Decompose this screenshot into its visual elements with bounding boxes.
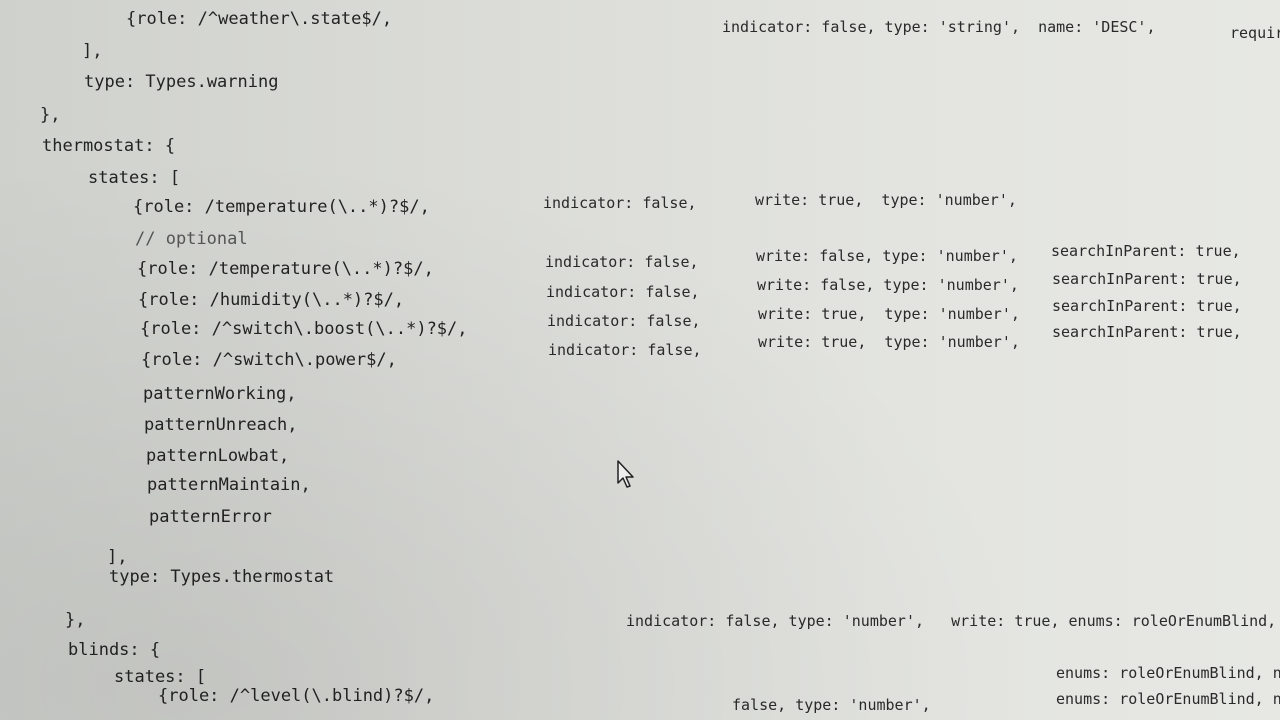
code-line: patternWorking, — [143, 384, 297, 404]
code-line: ], — [82, 41, 103, 61]
code-line: patternError — [149, 507, 272, 527]
code-line: {role: /^switch\.boost(\..*)?$/, — [140, 319, 468, 339]
code-line: patternUnreach, — [144, 415, 298, 435]
code-fragment: requir — [1230, 24, 1280, 42]
code-fragment: write: true, type: 'number', — [758, 305, 1020, 323]
code-fragment: indicator: false, — [548, 341, 702, 359]
code-line: {role: /^switch\.power$/, — [141, 350, 397, 370]
code-fragment: enums: roleOrEnumBlind, name — [1056, 664, 1280, 682]
code-fragment: searchInParent: true, — [1052, 270, 1242, 288]
code-line: blinds: { — [68, 640, 161, 660]
code-fragment: searchInParent: true, — [1051, 242, 1241, 260]
code-fragment: indicator: false, — [543, 194, 697, 212]
code-line: patternMaintain, — [147, 475, 311, 495]
code-fragment: indicator: false, type: 'number', write:… — [626, 612, 1280, 630]
code-fragment: enums: roleOrEnumBlind, name — [1056, 690, 1280, 708]
code-editor-screen: {role: /^weather\.state$/, ], type: Type… — [0, 0, 1280, 720]
code-line: {role: /temperature(\..*)?$/, — [137, 259, 434, 279]
code-line: states: [ — [114, 667, 207, 687]
code-fragment: write: true, type: 'number', — [758, 333, 1020, 351]
code-fragment: indicator: false, type: 'string', name: … — [722, 18, 1156, 36]
code-fragment: indicator: false, — [546, 283, 700, 301]
code-fragment: indicator: false, — [545, 253, 699, 271]
code-line: }, — [65, 610, 86, 630]
code-fragment: write: true, type: 'number', — [755, 191, 1017, 209]
code-fragment: write: false, type: 'number', — [756, 247, 1018, 265]
mouse-pointer-icon — [617, 460, 634, 488]
code-line: {role: /humidity(\..*)?$/, — [138, 290, 405, 310]
code-fragment: searchInParent: true, — [1052, 297, 1242, 315]
code-fragment: write: false, type: 'number', — [757, 276, 1019, 294]
code-line: thermostat: { — [42, 136, 176, 156]
code-comment: // optional — [135, 229, 248, 249]
code-line: {role: /^level(\.blind)?$/, — [158, 686, 435, 706]
code-line: type: Types.thermostat — [109, 567, 335, 587]
code-line: states: [ — [88, 168, 181, 188]
code-fragment: false, type: 'number', — [732, 696, 931, 714]
code-fragment: indicator: false, — [547, 312, 701, 330]
code-line: {role: /^weather\.state$/, — [126, 9, 393, 29]
code-line: patternLowbat, — [146, 446, 290, 466]
code-line: {role: /temperature(\..*)?$/, — [133, 197, 430, 217]
code-line: type: Types.warning — [84, 72, 279, 92]
code-line: }, — [40, 105, 61, 125]
code-line: ], — [107, 547, 128, 567]
code-fragment: searchInParent: true, — [1052, 323, 1242, 341]
